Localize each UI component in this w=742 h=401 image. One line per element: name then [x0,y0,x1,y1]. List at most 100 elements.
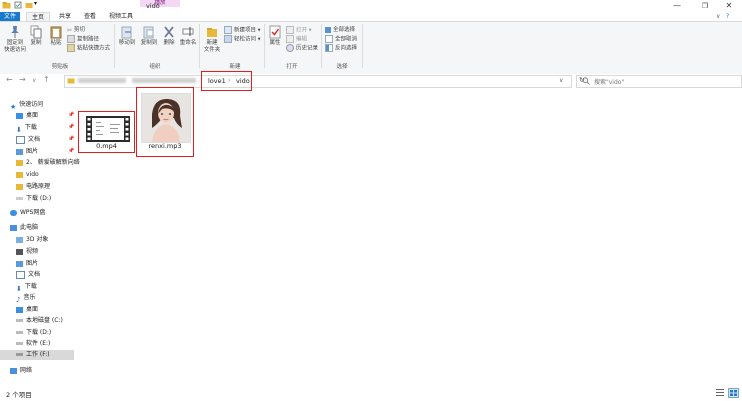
sidebar-item-drive-f[interactable]: 工作 (F:) [16,350,50,360]
sidebar-item-pictures-pc[interactable]: 图片 [16,259,38,269]
folder-icon [16,183,23,190]
large-icons-view-icon[interactable] [728,388,739,398]
picture-icon [16,148,23,155]
folder-icon [16,171,23,178]
address-dropdown-icon[interactable]: ∨ [559,77,563,84]
pin-icon[interactable]: 📌 [68,136,74,142]
sidebar-item-documents[interactable]: 文档 [16,135,40,145]
rename-button[interactable]: 重命名 [179,25,197,47]
select-group-label: 选择 [336,64,348,70]
minimize-button[interactable]: — [664,0,690,12]
recent-locations-button[interactable]: ∨ [32,77,36,84]
drive-icon [16,353,23,356]
sidebar-item-downloads[interactable]: ⬇ 下载 [16,123,37,134]
forward-button[interactable]: → [19,75,26,84]
sidebar-item-quick-access[interactable]: ★ 快速访问 [10,100,43,111]
drive-icon [16,197,23,200]
sidebar-item-pictures[interactable]: 图片 [16,147,38,157]
delete-icon [164,26,174,38]
sidebar-item-this-pc[interactable]: 此电脑 [10,223,38,233]
back-button[interactable]: ← [6,75,13,84]
network-icon [10,367,17,374]
sidebar-item-wps[interactable]: WPS网盘 [10,208,45,218]
window-title: vido [146,2,160,10]
customize-qa-icon[interactable]: ▾ [34,0,37,7]
folder-icon [16,159,23,166]
tab-home[interactable]: 主页 [26,12,51,21]
sidebar-item-drive-c[interactable]: 本地磁盘 (C:) [16,316,63,326]
sidebar-item-3d-objects[interactable]: 3D 对象 [16,235,48,245]
tab-file[interactable]: 文件 [0,12,20,21]
download-arrow-icon: ⬇ [16,284,22,293]
move-to-button[interactable]: 移动到 [117,25,137,47]
desktop-icon [16,112,23,119]
search-placeholder[interactable]: 搜索"vido" [594,77,624,86]
maximize-button[interactable]: ❐ [692,0,718,12]
pin-icon[interactable]: 📌 [68,148,74,154]
details-view-icon[interactable] [716,389,724,398]
copy-to-button[interactable]: 复制到 [139,25,159,47]
file-name-mp4[interactable]: 0.mp4 [78,142,135,150]
invert-selection-button[interactable]: 反向选择 [325,44,357,52]
properties-button[interactable]: 属性 [267,25,283,47]
sidebar-item-network[interactable]: 网络 [10,366,32,376]
folder-icon [2,1,11,11]
sidebar-item-vido[interactable]: vido [16,170,39,180]
group-divider [362,24,363,68]
easy-access-button[interactable]: 轻松访问 ▾ [224,35,261,43]
new-item-icon [224,26,232,34]
cut-button[interactable]: ✂ 剪切 [67,26,85,34]
picture-icon [16,260,23,267]
pin-quick-access-button[interactable]: 固定到 快速访问 [4,25,26,54]
pin-icon[interactable]: 📌 [68,112,74,118]
close-button[interactable]: ✕ [716,0,742,12]
tab-view[interactable]: 查看 [79,12,101,21]
expand-ribbon-icon[interactable]: ∨ [716,13,720,20]
sidebar-item-documents-pc[interactable]: 文档 [16,270,40,280]
new-item-button[interactable]: 新建项目 ▾ [224,26,261,34]
redacted-path-segment [78,78,126,83]
new-group-label: 新建 [229,64,241,70]
document-icon [16,270,25,279]
sidebar-item-drive-d-quick[interactable]: 下载 (D:) [16,194,51,204]
tab-video-tools[interactable]: 视频工具 [104,12,138,21]
copy-button[interactable]: 复制 [27,25,45,47]
new-folder-button[interactable]: 新建 文件夹 [202,25,222,54]
edit-button[interactable]: 编辑 [286,35,307,43]
sidebar-item-videos[interactable]: 视频 [16,247,38,257]
sidebar-item-desktop-pc[interactable]: 桌面 [16,305,38,315]
breadcrumb-love1[interactable]: love1 [208,77,226,85]
invert-selection-icon [325,44,333,52]
star-icon: ★ [10,102,17,111]
help-icon[interactable]: ? [726,13,729,20]
select-none-button[interactable]: 全部取消 [325,35,357,43]
open-group-label: 打开 [286,64,298,70]
paste-icon [50,26,62,39]
scissors-icon: ✂ [67,26,73,34]
sidebar-item-downloads-pc[interactable]: ⬇ 下载 [16,282,37,293]
delete-button[interactable]: 删除 [160,25,178,47]
file-name-mp3[interactable]: renxi.mp3 [136,142,194,150]
document-icon [16,135,25,144]
up-button[interactable]: ↑ [43,75,50,84]
sidebar-item-drive-d[interactable]: 下载 (D:) [16,328,51,338]
sidebar-item-folder-2[interactable]: 2、 薪爱破解新向络 [16,158,80,168]
copy-path-icon [67,35,75,43]
select-all-button[interactable]: 全部选择 [325,26,355,34]
breadcrumb-separator[interactable]: › [228,77,230,84]
properties-icon[interactable] [14,1,22,11]
paste-button[interactable]: 粘贴 [47,25,65,47]
copy-path-button[interactable]: 复制路径 [67,35,99,43]
paste-shortcut-button[interactable]: 粘贴快捷方式 [67,44,110,52]
sidebar-item-desktop[interactable]: 桌面 [16,111,38,121]
tab-share[interactable]: 共享 [54,12,76,21]
open-button[interactable]: 打开 ▾ [286,26,312,34]
title-bar [0,0,742,12]
new-folder-qa-icon[interactable] [25,1,33,11]
sidebar-item-music[interactable]: ♪ 音乐 [16,293,35,304]
history-button[interactable]: 历史记录 [286,44,318,52]
sidebar-item-drive-e[interactable]: 软件 (E:) [16,339,50,349]
breadcrumb-vido[interactable]: vido [236,77,250,85]
sidebar-item-circuit[interactable]: 电路原理 [16,182,50,192]
pin-icon[interactable]: 📌 [68,124,74,130]
